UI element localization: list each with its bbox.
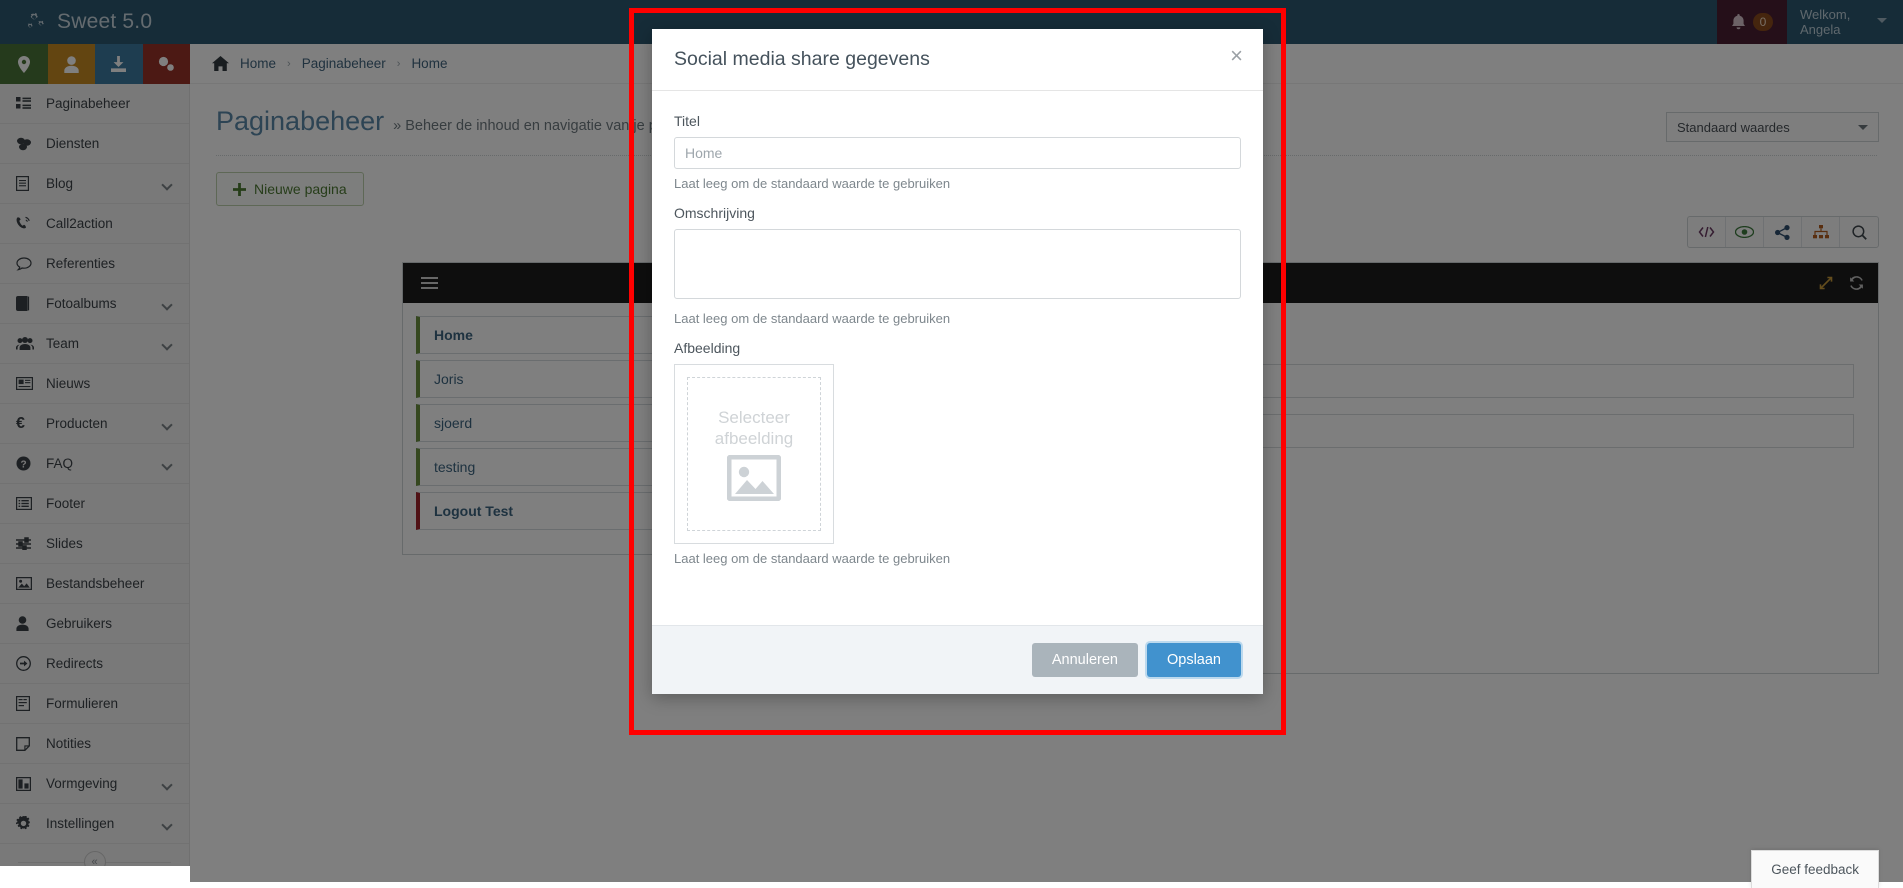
feedback-tab[interactable]: Geef feedback: [1751, 850, 1879, 888]
save-button[interactable]: Opslaan: [1146, 643, 1241, 677]
image-field-label: Afbeelding: [674, 340, 741, 356]
image-picker-dropzone[interactable]: Selecteer afbeelding: [687, 377, 821, 531]
title-input[interactable]: [674, 137, 1241, 169]
image-icon: [727, 455, 781, 502]
close-icon[interactable]: ×: [1230, 45, 1243, 67]
image-field-hint: Laat leeg om de standaard waarde te gebr…: [674, 551, 951, 566]
cancel-button[interactable]: Annuleren: [1031, 643, 1138, 677]
description-field-label: Omschrijving: [674, 205, 755, 221]
title-field-label: Titel: [674, 113, 700, 129]
feedback-label: Geef feedback: [1771, 862, 1859, 877]
title-field-hint: Laat leeg om de standaard waarde te gebr…: [674, 176, 951, 191]
image-placeholder-line-2: afbeelding: [714, 429, 794, 448]
sidebar-bottom-fill: [0, 866, 190, 888]
image-placeholder-line-1: Selecteer: [718, 407, 790, 427]
description-field-hint: Laat leeg om de standaard waarde te gebr…: [674, 311, 951, 326]
modal-footer: Annuleren Opslaan: [652, 625, 1263, 694]
modal-body: Titel Laat leeg om de standaard waarde t…: [652, 91, 1263, 586]
modal-title: Social media share gegevens: [674, 48, 930, 70]
description-textarea[interactable]: [674, 229, 1241, 299]
social-share-modal: Social media share gegevens × Titel Laat…: [652, 29, 1263, 694]
image-picker[interactable]: Selecteer afbeelding: [674, 364, 834, 544]
modal-header: Social media share gegevens ×: [652, 29, 1263, 91]
bottom-strip: [0, 882, 1903, 888]
